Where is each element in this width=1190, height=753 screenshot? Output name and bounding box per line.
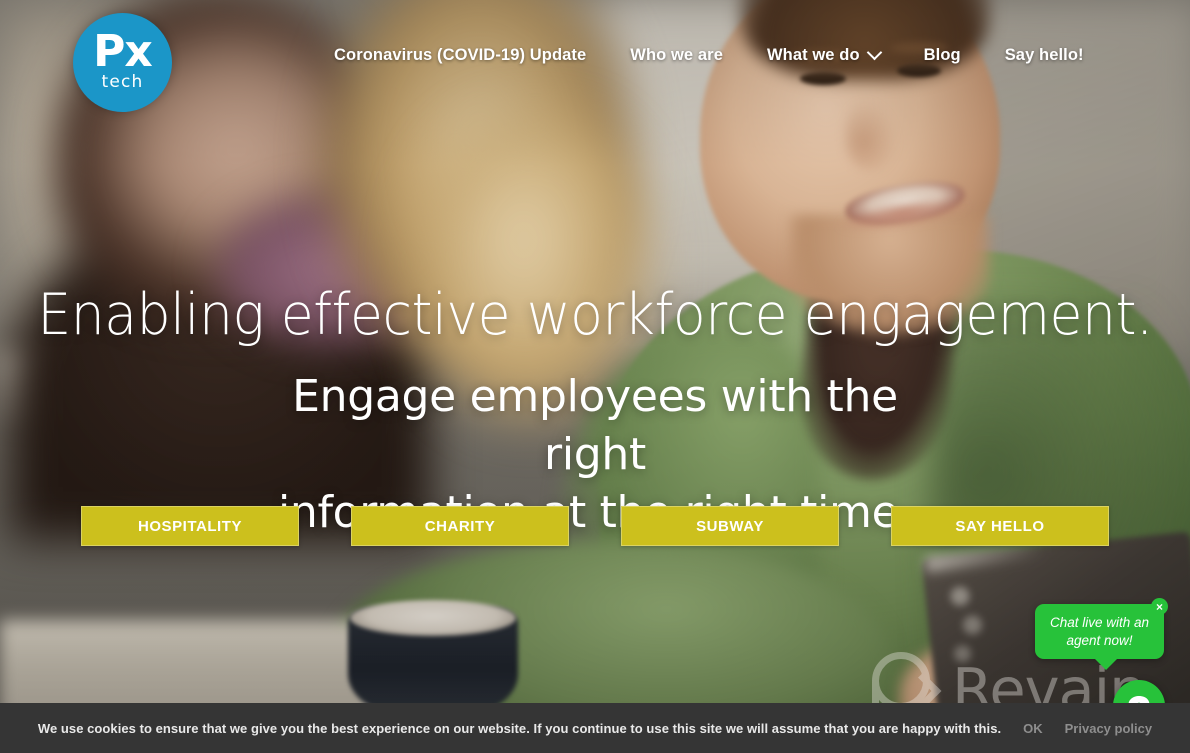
hero-cta-row: HOSPITALITY CHARITY SUBWAY SAY HELLO [0,506,1190,546]
nav-item-label: What we do [766,46,860,64]
cta-button-hospitality[interactable]: HOSPITALITY [81,506,299,546]
chat-invitation-close-icon[interactable]: × [1151,598,1168,615]
site-header: Px tech Coronavirus (COVID-19) Update Wh… [0,0,1190,122]
site-logo[interactable]: Px tech [73,13,172,112]
cookie-consent-bar: We use cookies to ensure that we give yo… [0,703,1190,753]
logo-secondary-text: tech [101,71,144,92]
nav-item-who-we-are[interactable]: Who we are [608,46,745,65]
nav-item-label: Blog [923,46,961,64]
chevron-down-icon [866,44,882,61]
nav-item-label: Who we are [630,46,723,64]
cta-button-label: HOSPITALITY [137,517,243,535]
nav-item-coronavirus-update[interactable]: Coronavirus (COVID-19) Update [330,46,608,65]
cookie-consent-actions: OK Privacy policy [1023,721,1152,736]
main-navigation: Coronavirus (COVID-19) Update Who we are… [330,44,1106,65]
nav-item-label: Say hello! [1004,46,1084,64]
close-icon: × [1155,599,1163,614]
page-root: Px tech Coronavirus (COVID-19) Update Wh… [0,0,1190,753]
hero-headline: Enabling effective workforce engagement. [37,282,1153,348]
cta-button-label: SAY HELLO [955,517,1045,535]
privacy-policy-link[interactable]: Privacy policy [1065,721,1152,736]
cta-button-label: CHARITY [424,517,496,535]
chat-invitation-text: Chat live with an agent now! [1049,615,1150,648]
cookie-accept-button[interactable]: OK [1023,721,1043,736]
nav-item-label: Coronavirus (COVID-19) Update [334,46,587,64]
cta-button-label: SUBWAY [696,517,764,535]
nav-item-say-hello[interactable]: Say hello! [983,46,1106,65]
cta-button-say-hello[interactable]: SAY HELLO [891,506,1109,546]
hero-subheadline-line-1: Engage employees with the right [292,371,898,481]
logo-primary-text: Px [93,26,153,78]
chat-invitation-bubble[interactable]: Chat live with an agent now! [1035,604,1164,670]
cookie-consent-message: We use cookies to ensure that we give yo… [37,720,1002,736]
cta-button-charity[interactable]: CHARITY [351,506,569,546]
nav-item-blog[interactable]: Blog [902,46,983,65]
nav-item-what-we-do[interactable]: What we do [745,44,902,65]
cta-button-subway[interactable]: SUBWAY [621,506,839,546]
